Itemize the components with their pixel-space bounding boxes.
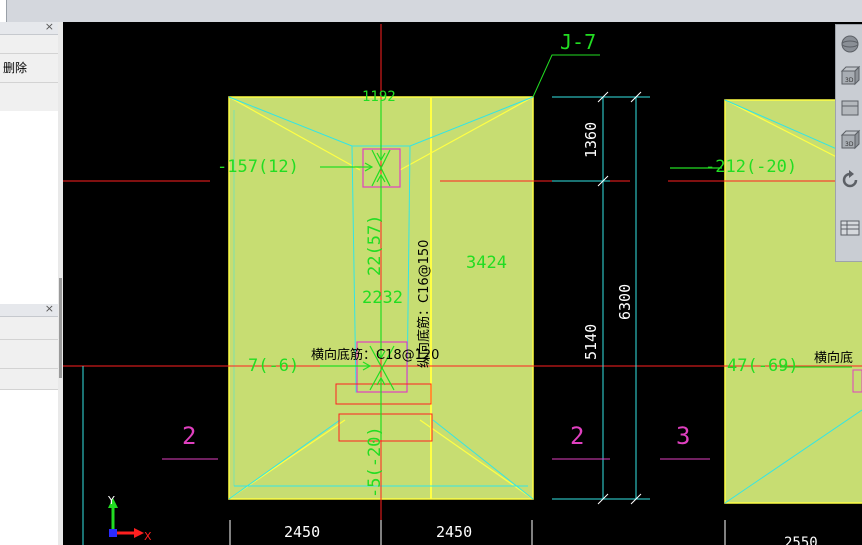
label-top-left-value: -157(12): [217, 157, 299, 177]
axis-label-2-right[interactable]: 2: [570, 422, 584, 450]
splitter-grip[interactable]: [59, 278, 62, 378]
panel-row-empty: [0, 35, 58, 54]
panel-header: ×: [0, 20, 58, 35]
top-toolbar: [0, 0, 862, 23]
label-mid-left-value: 7(-6): [248, 356, 299, 376]
foundation-label[interactable]: J-7: [560, 30, 596, 54]
panel-row: [0, 340, 58, 369]
properties-panel-top: × 删除: [0, 20, 58, 112]
label-right-mid-value: 47(-69): [727, 356, 799, 376]
cube-3d-label: 3D: [845, 141, 854, 148]
orbit-sphere-icon[interactable]: [839, 33, 861, 55]
label-right-top-value: -212(-20): [705, 157, 797, 177]
view-cube-alt-icon[interactable]: 3D: [839, 129, 861, 151]
dim-label-partial: 2550: [784, 535, 818, 545]
label-right-value: 3424: [466, 253, 507, 273]
panel-row: [0, 369, 58, 390]
label-bottom-value: -5(-20): [365, 426, 385, 498]
view-toolbar: 3D 3D: [835, 24, 862, 262]
view-cube-icon[interactable]: 3D: [839, 65, 861, 87]
label-rebar-y: 纵向底筋：C16@150: [416, 240, 432, 368]
label-vertical-2: 2232: [362, 288, 403, 308]
label-rebar-right: 横向底: [814, 350, 853, 366]
cube-3d-label: 3D: [845, 77, 854, 84]
dim-label-2450-right: 2450: [436, 523, 472, 541]
properties-panel-bottom: ×: [0, 302, 58, 545]
tab-edge: [0, 0, 7, 22]
cad-drawing-canvas[interactable]: J-7 1192 -157(12) 7(-6) 3424 22(57) 2232…: [63, 22, 862, 545]
dim-label-2450-left: 2450: [284, 523, 320, 541]
axis-label-2-left[interactable]: 2: [182, 422, 196, 450]
delete-button[interactable]: 删除: [0, 54, 58, 83]
panel-row-blank: [0, 83, 58, 112]
rotate-icon[interactable]: [839, 169, 861, 191]
ucs-y-label: Y: [107, 494, 115, 507]
label-top-mark: 1192: [362, 89, 396, 105]
dim-label-6300: 6300: [616, 284, 634, 320]
panel-body-blank: [0, 111, 58, 304]
close-icon[interactable]: ×: [45, 20, 54, 33]
ucs-x-label: X: [144, 530, 152, 543]
close-icon[interactable]: ×: [45, 302, 54, 315]
label-vertical-1: 22(57): [365, 215, 385, 276]
grid-view-icon[interactable]: [839, 217, 861, 239]
dim-label-5140: 5140: [582, 324, 600, 360]
panel-header-bottom: ×: [0, 302, 58, 317]
layer-box-icon[interactable]: [839, 97, 861, 119]
axis-label-3[interactable]: 3: [676, 422, 690, 450]
dim-label-1360: 1360: [582, 122, 600, 158]
panel-row: [0, 317, 58, 340]
